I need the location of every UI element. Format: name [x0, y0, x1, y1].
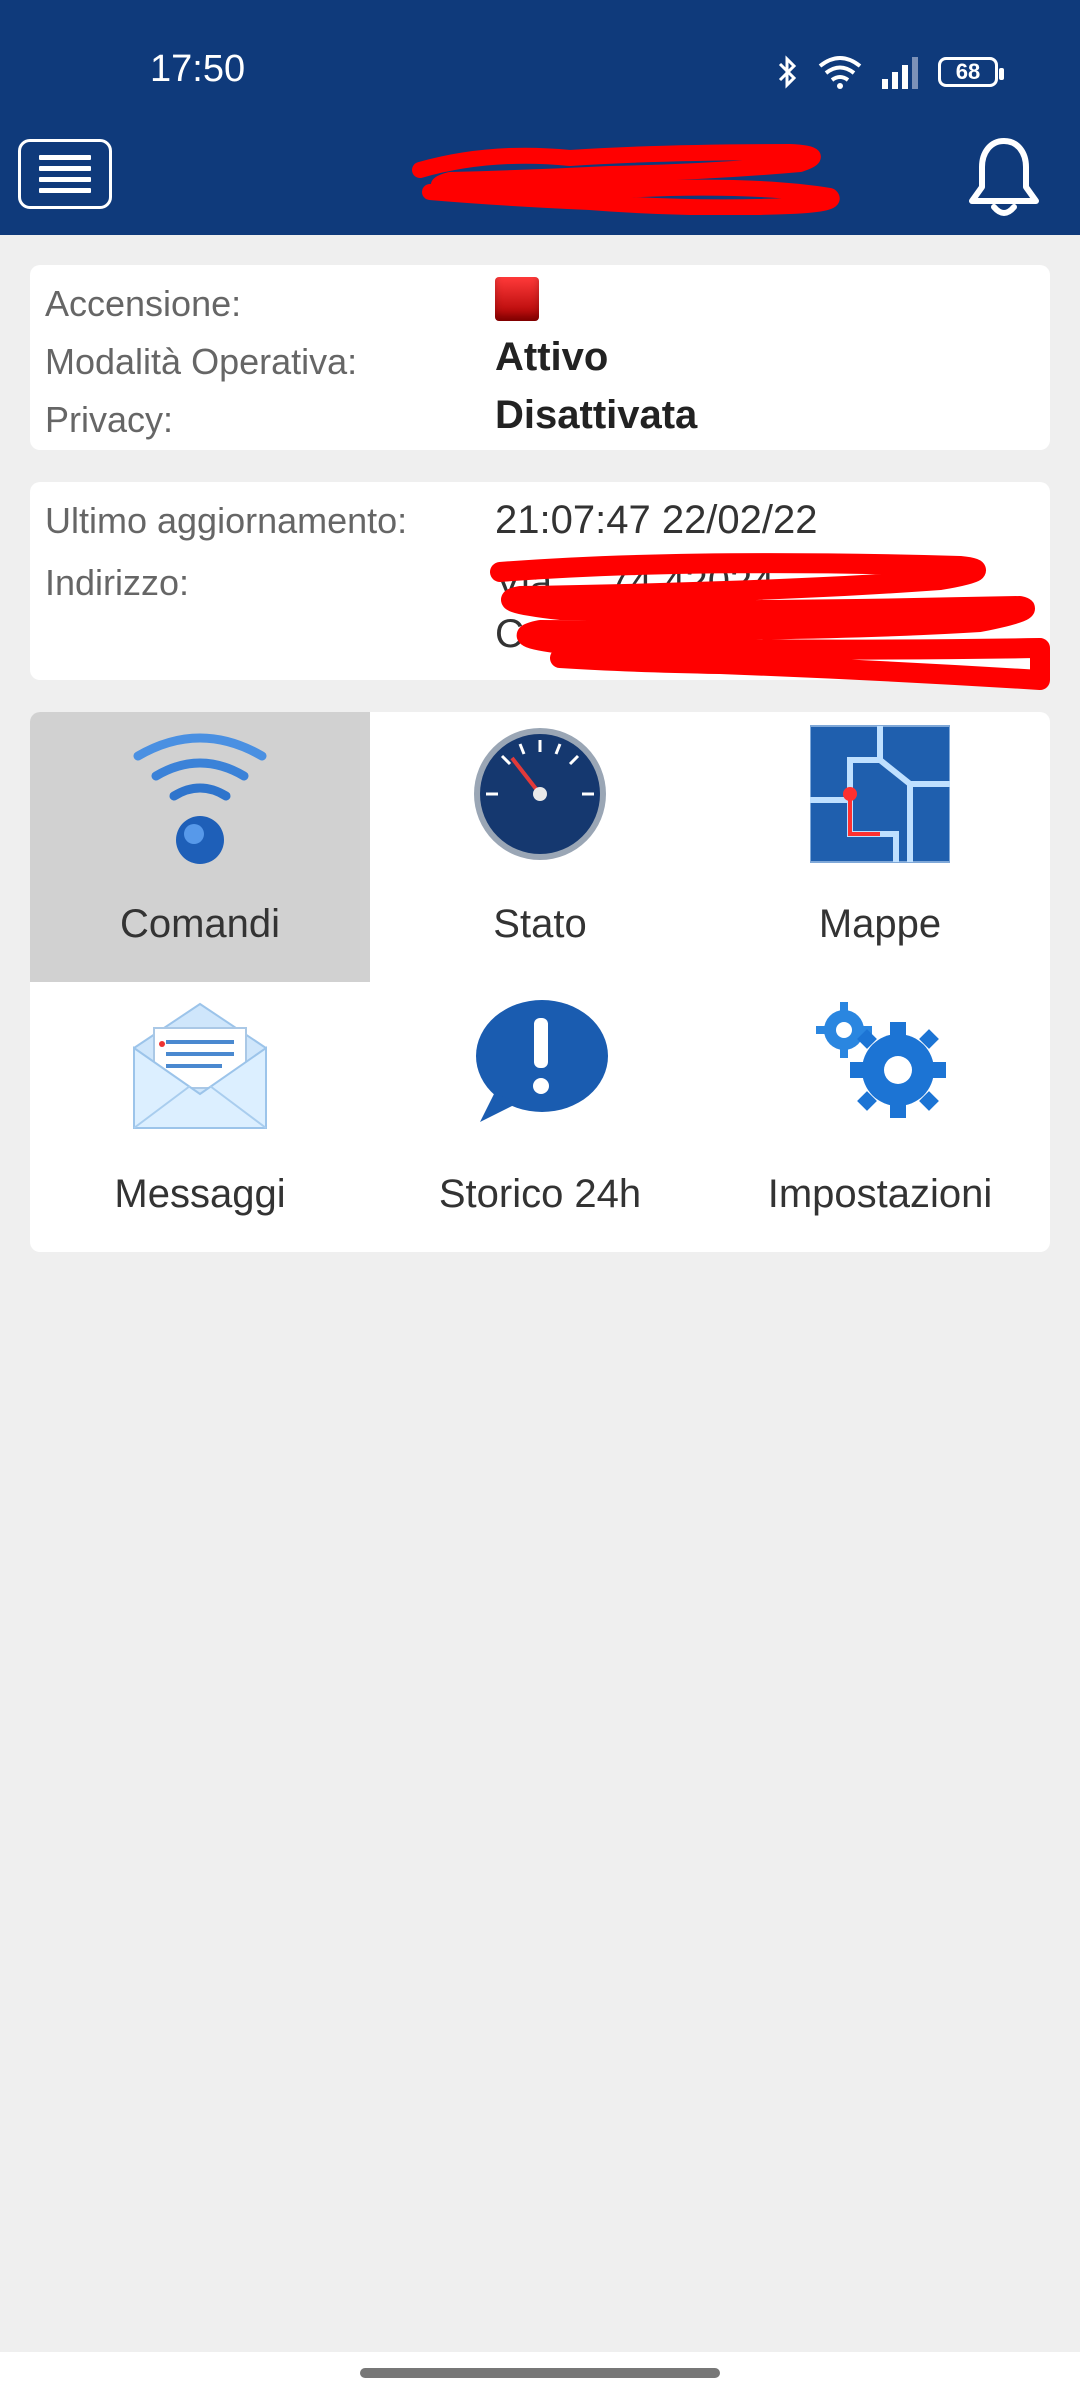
menu-item-comandi[interactable]: Comandi: [30, 712, 370, 982]
menu-item-label: Storico 24h: [438, 1172, 642, 1216]
updated-value: 21:07:47 22/02/22: [495, 498, 818, 542]
menu-item-label: Comandi: [119, 902, 281, 946]
hamburger-menu-icon[interactable]: [18, 139, 112, 209]
status-card: Accensione: Modalità Operativa: Attivo P…: [30, 265, 1050, 450]
app-header: 17:50 68: [0, 0, 1080, 235]
redaction-scribble: [412, 144, 840, 215]
privacy-value: Disattivata: [495, 393, 698, 437]
battery-icon: 68: [938, 57, 1004, 87]
signal-icon: [882, 57, 918, 89]
bluetooth-icon: [778, 55, 797, 89]
red-square-indicator: [495, 277, 539, 321]
modalita-label: Modalità Operativa:: [45, 341, 358, 382]
menu-item-messaggi[interactable]: Messaggi: [30, 982, 370, 1252]
map-icon: [810, 725, 950, 863]
menu-item-label: Mappe: [818, 902, 942, 946]
status-time: 17:50: [150, 48, 246, 90]
gears-icon: [816, 1002, 946, 1118]
home-indicator[interactable]: [360, 2368, 720, 2378]
modalita-value: Attivo: [495, 335, 609, 379]
envelope-icon: [133, 1002, 267, 1129]
status-icons: 68: [776, 50, 1004, 94]
menu-item-mappe[interactable]: Mappe: [710, 712, 1050, 982]
accensione-label: Accensione:: [45, 283, 242, 324]
menu-item-stato[interactable]: Stato: [370, 712, 710, 982]
speedometer-icon: [474, 728, 606, 860]
wifi-icon: [818, 56, 862, 89]
menu-item-impostazioni[interactable]: Impostazioni: [710, 982, 1050, 1252]
info-card: Ultimo aggiornamento: 21:07:47 22/02/22 …: [30, 482, 1050, 690]
updated-label: Ultimo aggiornamento:: [45, 500, 408, 541]
menu-item-label: Messaggi: [114, 1172, 286, 1216]
address-line-2: Ca... RE Italia: [495, 612, 742, 656]
menu-item-label: Stato: [493, 902, 587, 946]
address-line-1: Via ... 74 42024: [495, 560, 775, 604]
alert-bubble-icon: [476, 1000, 608, 1122]
menu-item-storico-24h[interactable]: Storico 24h: [370, 982, 710, 1252]
menu-item-label: Impostazioni: [767, 1172, 993, 1216]
wireless-signal-icon: [133, 733, 267, 864]
menu-grid: Comandi Stato Mappe Messaggi Storico 24h…: [30, 712, 1050, 1252]
privacy-label: Privacy:: [45, 399, 174, 440]
bell-icon[interactable]: [964, 135, 1044, 221]
address-label: Indirizzo:: [45, 562, 190, 603]
